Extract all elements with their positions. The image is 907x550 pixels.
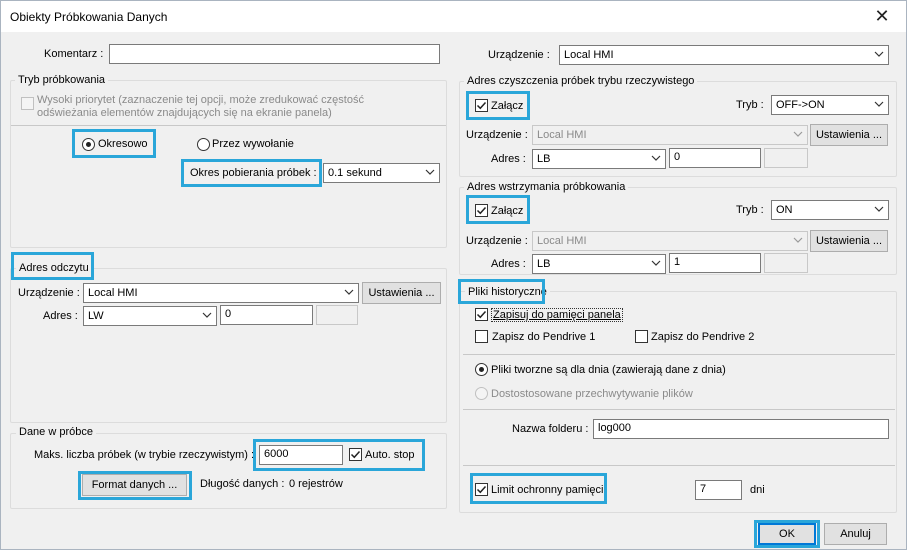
read-address-type-value: LW <box>88 310 104 322</box>
clear-address-input[interactable]: 0 <box>669 148 761 168</box>
clear-address-label: Adres : <box>491 153 526 165</box>
hold-settings-button[interactable]: Ustawienia ... <box>810 230 888 252</box>
high-priority-checkbox[interactable] <box>21 97 34 110</box>
read-address-type-select[interactable]: LW <box>83 306 217 326</box>
clear-settings-button[interactable]: Ustawienia ... <box>810 124 888 146</box>
limit-days-input[interactable]: 7 <box>695 480 742 500</box>
hold-device-select[interactable]: Local HMI <box>532 231 808 251</box>
history-separator <box>463 354 895 355</box>
clear-mode-select[interactable]: OFF->ON <box>771 95 889 115</box>
title-bar: Obiekty Próbkowania Danych ✕ <box>1 1 906 32</box>
period-select-value: 0.1 sekund <box>328 167 382 179</box>
auto-stop-checkbox[interactable] <box>349 448 362 461</box>
hold-device-label: Urządzenie : <box>466 235 528 247</box>
clear-address-extra-field <box>764 148 808 168</box>
max-samples-label: Maks. liczba próbek (w trybie rzeczywist… <box>34 449 255 461</box>
save-panel-checkbox[interactable] <box>475 308 488 321</box>
max-samples-input[interactable]: 6000 <box>259 445 343 465</box>
read-address-highlight <box>11 252 94 280</box>
read-address-label: Adres : <box>43 310 78 322</box>
clear-mode-label: Tryb : <box>736 99 764 111</box>
on-call-radio[interactable] <box>197 138 210 151</box>
daily-files-label: Pliki tworzne są dla dnia (zawierają dan… <box>491 364 726 376</box>
limit-unit-label: dni <box>750 484 765 496</box>
hold-address-type-value: LB <box>537 258 551 270</box>
clear-address-type-value: LB <box>537 153 551 165</box>
comment-input[interactable] <box>109 44 440 64</box>
folder-name-input[interactable]: log000 <box>593 419 889 439</box>
pendrive1-checkbox[interactable] <box>475 330 488 343</box>
history-separator-3 <box>463 465 895 466</box>
ok-button[interactable]: OK <box>758 523 816 545</box>
hold-enable-checkbox[interactable] <box>475 204 488 217</box>
history-separator-2 <box>463 409 895 410</box>
hold-device-value: Local HMI <box>537 235 587 247</box>
chevron-down-icon <box>874 49 884 59</box>
cancel-button[interactable]: Anuluj <box>824 523 887 545</box>
chevron-down-icon <box>874 99 884 109</box>
hold-enable-label: Załącz <box>491 205 524 217</box>
sampling-separator <box>11 125 446 126</box>
read-settings-button[interactable]: Ustawienia ... <box>362 282 441 304</box>
hold-address-title: Adres wstrzymania próbkowania <box>464 181 629 193</box>
device-select[interactable]: Local HMI <box>559 45 889 65</box>
save-panel-label: Zapisuj do pamięci panela <box>491 308 623 322</box>
chevron-down-icon <box>651 258 661 268</box>
clear-address-title: Adres czyszczenia próbek trybu rzeczywis… <box>464 75 698 87</box>
device-select-value: Local HMI <box>564 49 614 61</box>
pendrive1-label: Zapisz do Pendrive 1 <box>492 331 596 343</box>
clear-device-select[interactable]: Local HMI <box>532 125 808 145</box>
custom-capture-radio[interactable] <box>475 387 488 400</box>
data-length-value: 0 rejestrów <box>289 478 343 490</box>
chevron-down-icon <box>425 167 435 177</box>
custom-capture-label: Dostostosowane przechwytywanie plików <box>491 388 693 400</box>
clear-mode-value: OFF->ON <box>776 99 825 111</box>
clear-device-label: Urządzenie : <box>466 129 528 141</box>
clear-enable-checkbox[interactable] <box>475 99 488 112</box>
format-data-button[interactable]: Format danych ... <box>82 474 187 496</box>
read-device-select[interactable]: Local HMI <box>83 283 359 303</box>
clear-address-type-select[interactable]: LB <box>532 149 666 169</box>
hold-address-type-select[interactable]: LB <box>532 254 666 274</box>
comment-label: Komentarz : <box>44 48 104 60</box>
chevron-down-icon <box>202 310 212 320</box>
window-title: Obiekty Próbkowania Danych <box>10 10 168 24</box>
dialog-window: Obiekty Próbkowania Danych ✕ Komentarz :… <box>0 0 907 550</box>
device-label: Urządzenie : <box>488 49 550 61</box>
high-priority-label: Wysoki priorytet (zaznaczenie tej opcji,… <box>37 94 364 119</box>
clear-device-value: Local HMI <box>537 129 587 141</box>
close-icon[interactable]: ✕ <box>864 3 900 29</box>
hold-mode-select[interactable]: ON <box>771 200 889 220</box>
limit-checkbox[interactable] <box>475 483 488 496</box>
sampling-mode-title: Tryb próbkowania <box>15 74 109 86</box>
hold-address-label: Adres : <box>491 258 526 270</box>
periodic-highlight <box>72 129 156 158</box>
hold-mode-value: ON <box>776 204 793 216</box>
auto-stop-label: Auto. stop <box>365 449 415 461</box>
read-address-input[interactable]: 0 <box>220 305 313 325</box>
data-length-label: Długość danych : <box>200 478 285 490</box>
period-select[interactable]: 0.1 sekund <box>323 163 440 183</box>
chevron-down-icon <box>874 204 884 214</box>
hold-mode-label: Tryb : <box>736 204 764 216</box>
read-device-label: Urządzenie : <box>18 287 80 299</box>
hold-address-extra-field <box>764 253 808 273</box>
period-label-highlight <box>181 159 322 187</box>
chevron-down-icon <box>651 153 661 163</box>
folder-name-label: Nazwa folderu : <box>512 423 589 435</box>
history-files-highlight <box>458 279 545 304</box>
sample-data-title: Dane w próbce <box>16 426 96 438</box>
hold-address-input[interactable]: 1 <box>669 253 761 273</box>
limit-label: Limit ochronny pamięci <box>491 484 604 496</box>
clear-enable-label: Załącz <box>491 100 524 112</box>
pendrive2-checkbox[interactable] <box>635 330 648 343</box>
chevron-down-icon <box>344 287 354 297</box>
chevron-down-icon <box>793 129 803 139</box>
read-device-value: Local HMI <box>88 287 138 299</box>
on-call-label: Przez wywołanie <box>212 138 294 150</box>
pendrive2-label: Zapisz do Pendrive 2 <box>651 331 755 343</box>
chevron-down-icon <box>793 235 803 245</box>
daily-files-radio[interactable] <box>475 363 488 376</box>
read-address-extra-field <box>316 305 358 325</box>
